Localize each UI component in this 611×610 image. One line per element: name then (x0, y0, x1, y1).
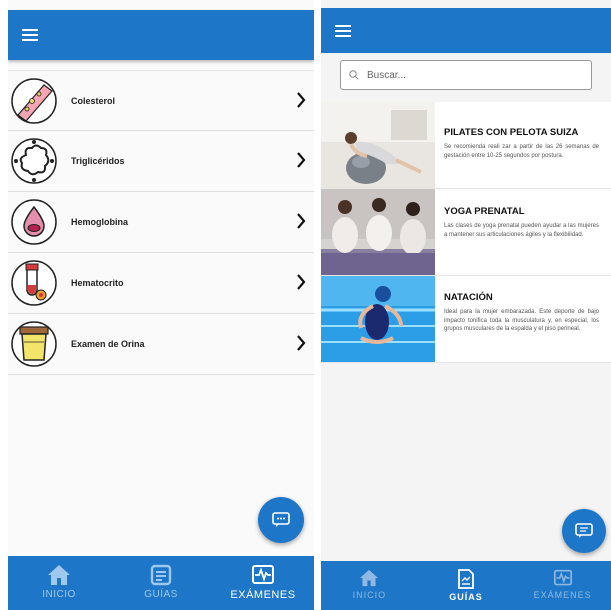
guide-item-yoga-prenatal[interactable]: YOGA PRENATAL Las clases de yoga prenata… (321, 189, 611, 276)
search-box (340, 60, 592, 90)
exam-label: Triglicéridos (71, 156, 125, 166)
home-icon (48, 565, 70, 585)
nav-guias[interactable]: GUÍAS (418, 561, 515, 610)
guide-list: PILATES CON PELOTA SUIZA Se recomienda r… (321, 102, 611, 363)
urine-cup-icon (11, 321, 57, 367)
bottom-navigation: INICIO GUÍAS EXÁMENES (8, 556, 314, 610)
guide-title: NATACIÓN (444, 292, 493, 303)
fat-molecule-icon (11, 138, 57, 184)
chevron-right-icon (297, 213, 306, 229)
chevron-right-icon (297, 274, 306, 290)
nav-inicio[interactable]: INICIO (321, 561, 418, 610)
guide-item-natacion[interactable]: NATACIÓN Ideal para la mujer embarazada.… (321, 276, 611, 363)
exam-item-hemoglobina[interactable]: Hemoglobina (8, 192, 314, 253)
guide-title: PILATES CON PELOTA SUIZA (444, 127, 579, 138)
guides-screen: PILATES CON PELOTA SUIZA Se recomienda r… (321, 0, 611, 610)
exam-label: Hemoglobina (71, 217, 129, 227)
chat-icon (272, 512, 290, 527)
pulse-icon (252, 565, 274, 584)
app-bar (321, 8, 611, 53)
pilates-photo (321, 102, 435, 188)
guide-description: Las clases de yoga prenatal pueden ayuda… (444, 223, 599, 238)
screen-divider (314, 0, 321, 610)
app-bar (8, 10, 314, 60)
hamburger-icon (335, 24, 351, 37)
exams-screen: Colesterol Triglicéridos Hemoglobina Hem… (8, 0, 314, 610)
nav-label: INICIO (352, 590, 387, 600)
guide-description: Ideal para la mujer embarazada. Este dep… (444, 309, 599, 332)
nav-label: EXÁMENES (230, 589, 296, 601)
exam-label: Colesterol (71, 95, 116, 106)
chat-button[interactable] (258, 497, 304, 543)
nav-label: EXÁMENES (533, 590, 592, 600)
guide-item-pilates[interactable]: PILATES CON PELOTA SUIZA Se recomienda r… (321, 102, 611, 189)
guide-description: Se recomienda reali zar a partir de las … (444, 144, 599, 159)
guide-title: YOGA PRENATAL (444, 206, 525, 217)
chevron-right-icon (297, 92, 306, 108)
chat-icon (575, 523, 593, 538)
pulse-icon (553, 569, 572, 586)
exam-item-examen-de-orina[interactable]: Examen de Orina (8, 314, 314, 375)
exam-item-colesterol[interactable]: Colesterol (8, 70, 314, 131)
menu-button[interactable] (321, 8, 365, 53)
chevron-right-icon (297, 152, 306, 168)
exam-label: Hematocrito (71, 278, 124, 288)
document-icon (458, 569, 474, 589)
search-input[interactable] (367, 69, 567, 81)
swimming-photo (321, 276, 435, 362)
yoga-photo (321, 189, 435, 275)
test-tube-icon (11, 260, 57, 306)
nav-examenes[interactable]: EXÁMENES (514, 561, 611, 610)
chevron-right-icon (297, 335, 306, 351)
nav-label: INICIO (42, 589, 76, 600)
menu-button[interactable] (8, 10, 52, 60)
bottom-navigation: INICIO GUÍAS EXÁMENES (321, 561, 611, 610)
blood-drop-icon (11, 199, 57, 245)
exam-label: Examen de Orina (71, 339, 145, 349)
document-icon (150, 564, 172, 586)
artery-icon (11, 78, 57, 124)
nav-guias[interactable]: GUÍAS (110, 556, 212, 610)
exam-item-hematocrito[interactable]: Hematocrito (8, 253, 314, 314)
chat-button[interactable] (562, 509, 606, 553)
nav-label: GUÍAS (144, 589, 178, 600)
home-icon (360, 569, 379, 587)
nav-inicio[interactable]: INICIO (8, 556, 110, 610)
nav-label: GUÍAS (449, 592, 483, 602)
exam-item-trigliceridos[interactable]: Triglicéridos (8, 131, 314, 192)
exam-list: Colesterol Triglicéridos Hemoglobina Hem… (8, 70, 314, 375)
nav-examenes[interactable]: EXÁMENES (212, 556, 314, 610)
hamburger-icon (22, 29, 38, 41)
search-icon (349, 70, 359, 80)
